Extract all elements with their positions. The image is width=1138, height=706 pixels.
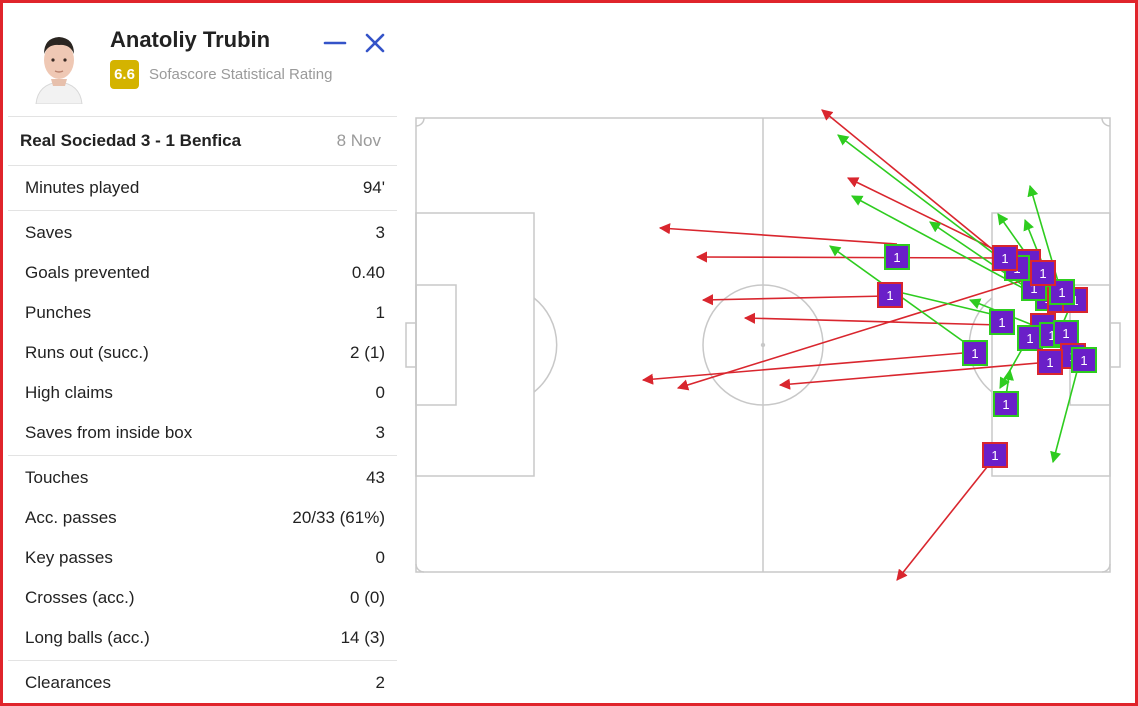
stat-group: Minutes played 94': [8, 166, 397, 211]
inaccurate-pass-arrow: [821, 109, 1004, 259]
stat-value: 2 (1): [350, 343, 385, 362]
stat-row: Clearances 2: [8, 663, 397, 703]
player-stats-panel: Anatoliy Trubin 6.6 Sofascore Statistica…: [8, 8, 397, 696]
pass-origin-marker-label: 1: [893, 250, 900, 265]
player-name: Anatoliy Trubin: [110, 27, 271, 52]
pass-origin-marker-label: 1: [991, 448, 998, 463]
stat-label: Runs out (succ.): [25, 343, 149, 362]
stat-label: High claims: [25, 383, 113, 402]
stat-value: 43: [366, 468, 385, 487]
stat-label: Long balls (acc.): [25, 628, 150, 647]
stat-value: 20/33 (61%): [292, 508, 385, 527]
stat-row: Acc. passes 20/33 (61%): [8, 498, 397, 538]
corner-arc: [415, 117, 425, 127]
stat-value: 0.40: [351, 263, 385, 282]
pass-origin-marker-label: 1: [971, 346, 978, 361]
stat-row: Runs out (succ.) 2 (1): [8, 333, 397, 373]
corner-arc: [1101, 117, 1111, 127]
pass-origin-marker-label: 1: [1039, 266, 1046, 281]
match-date: 8 Nov: [336, 131, 381, 150]
pass-origin-marker-label: 1: [1080, 353, 1087, 368]
match-title: Real Sociedad 3 - 1 Benfica: [20, 131, 242, 150]
stat-label: Touches: [25, 468, 89, 487]
stat-row: Punches 1: [8, 293, 397, 333]
stat-row: Minutes played 94': [8, 168, 397, 208]
stat-row: Touches 43: [8, 458, 397, 498]
left-goal: [405, 322, 417, 368]
corner-arc: [415, 563, 425, 573]
minimize-icon[interactable]: [322, 30, 348, 56]
stat-value: 2: [375, 673, 385, 692]
pitch-svg: 11111111111111111111111: [405, 109, 1121, 581]
stat-row: Crosses (acc.) 0 (0): [8, 578, 397, 618]
pass-origin-marker-label: 1: [886, 288, 893, 303]
stat-group: Saves 3 Goals prevented 0.40 Punches 1 Runs ou…: [8, 211, 397, 456]
inaccurate-pass-arrow: [743, 312, 1001, 326]
rating-badge: 6.6: [110, 60, 139, 89]
match-row[interactable]: Real Sociedad 3 - 1 Benfica 8 Nov: [8, 116, 397, 166]
pass-origin-marker-label: 1: [1026, 331, 1033, 346]
inaccurate-pass-arrow: [701, 294, 888, 306]
stat-label: Crosses (acc.): [25, 588, 135, 607]
stat-row: Key passes 0: [8, 538, 397, 578]
stat-label: Saves from inside box: [25, 423, 193, 442]
rating-label: Sofascore Statistical Rating: [149, 66, 333, 83]
stats-list: Minutes played 94' Saves 3 Goals prevented 0.…: [8, 166, 397, 705]
stat-row: Long balls (acc.) 14 (3): [8, 618, 397, 658]
inaccurate-pass-arrow: [676, 274, 1041, 391]
player-header: Anatoliy Trubin 6.6 Sofascore Statistica…: [8, 8, 397, 116]
inaccurate-pass-arrow: [641, 351, 976, 385]
centre-spot: [760, 342, 766, 348]
left-penalty-arc: [533, 297, 558, 393]
stat-row: High claims 0: [8, 373, 397, 413]
left-penalty-area: [415, 212, 535, 477]
stat-value: 94': [362, 178, 385, 197]
stat-value: 14 (3): [340, 628, 385, 647]
close-icon[interactable]: [362, 30, 388, 56]
left-goal-area: [415, 284, 457, 406]
pass-origin-marker-label: 1: [1058, 285, 1065, 300]
pass-origin-marker-label: 1: [1046, 355, 1053, 370]
pass-origin-marker-label: 1: [1001, 251, 1008, 266]
right-goal: [1109, 322, 1121, 368]
stat-group: Clearances 2: [8, 661, 397, 705]
corner-arc: [1101, 563, 1111, 573]
inaccurate-pass-arrow: [695, 251, 1006, 263]
pass-origin-marker-label: 1: [998, 315, 1005, 330]
stat-row: Saves from inside box 3: [8, 413, 397, 453]
stat-label: Key passes: [25, 548, 113, 567]
pass-map: 11111111111111111111111: [400, 100, 1130, 605]
inaccurate-pass-arrow: [896, 456, 996, 581]
stat-label: Goals prevented: [25, 263, 150, 282]
stat-value: 1: [375, 303, 385, 322]
pass-origin-marker-label: 1: [1002, 397, 1009, 412]
stat-label: Minutes played: [25, 178, 140, 197]
inaccurate-pass-arrow: [658, 223, 898, 245]
accurate-pass-arrow: [1050, 359, 1081, 464]
stat-value: 0: [375, 383, 385, 402]
player-avatar: [30, 24, 88, 105]
stat-label: Clearances: [25, 673, 111, 692]
stat-row: Saves 3: [8, 213, 397, 253]
stat-row: Goals prevented 0.40: [8, 253, 397, 293]
stat-value: 3: [375, 423, 385, 442]
stat-label: Saves: [25, 223, 73, 242]
stat-value: 0: [375, 548, 385, 567]
stat-value: 0 (0): [350, 588, 385, 607]
stat-group: Touches 43 Acc. passes 20/33 (61%) Key passe…: [8, 456, 397, 661]
stat-label: Acc. passes: [25, 508, 117, 527]
pass-origin-marker-label: 1: [1062, 326, 1069, 341]
stat-value: 3: [375, 223, 385, 242]
stat-label: Punches: [25, 303, 92, 322]
